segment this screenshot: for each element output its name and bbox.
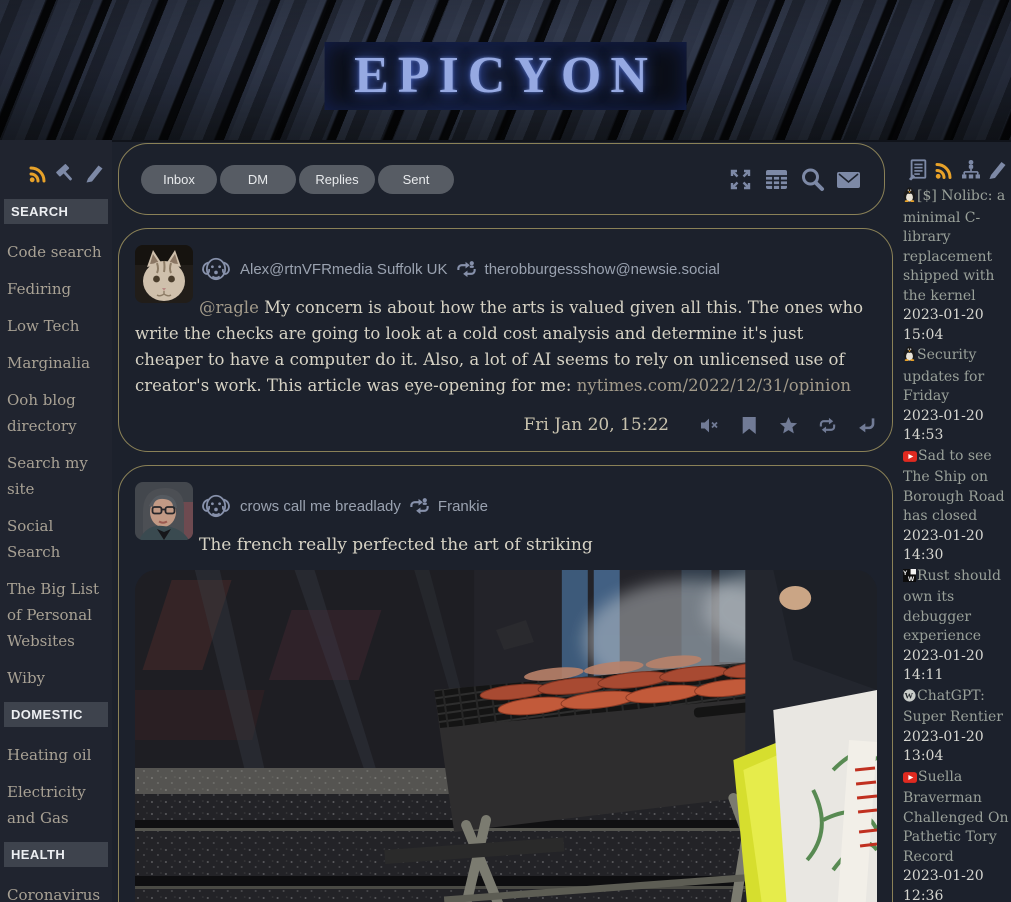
youtube-icon <box>903 449 917 469</box>
mute-icon[interactable] <box>701 417 720 434</box>
post-content: @ragle My concern is about how the arts … <box>135 295 876 399</box>
sidebar-link-code-search[interactable]: Code search <box>7 239 105 265</box>
news-timestamp: 2023-01-20 13:04 <box>903 728 1009 767</box>
sidebar-link-social-search[interactable]: Social Search <box>7 513 105 565</box>
news-list: [$] Nolibc: a minimal C-library replacem… <box>903 187 1009 902</box>
expand-icon[interactable] <box>727 166 754 193</box>
sidebar-link-electricity-gas[interactable]: Electricity and Gas <box>7 779 105 831</box>
sidebar-link-wiby[interactable]: Wiby <box>7 665 105 691</box>
epicyon-app: EPICYON SEARCH <box>0 0 1011 902</box>
post-timestamp[interactable]: Fri Jan 20, 15:22 <box>524 415 670 435</box>
tux-icon <box>903 187 916 209</box>
dog-icon <box>199 254 233 285</box>
reply-icon[interactable] <box>857 417 876 434</box>
dog-icon <box>199 491 233 522</box>
post: crows call me breadlady Frankie The fren… <box>118 465 893 902</box>
news-link[interactable]: [$] Nolibc: a minimal C-library replacem… <box>903 188 1005 304</box>
news-item: Suella Braverman Challenged On Pathetic … <box>903 768 1009 902</box>
sidebar-link-fediring[interactable]: Fediring <box>7 276 105 302</box>
post-author-handle[interactable]: crows call me breadlady <box>240 498 401 515</box>
sitemap-icon[interactable] <box>960 159 982 180</box>
rss-icon[interactable] <box>28 164 49 183</box>
post-content: The french really perfected the art of s… <box>135 532 876 558</box>
news-item: Sad to see The Ship on Borough Road has … <box>903 447 1009 566</box>
tux-icon <box>903 346 916 368</box>
svg-text:W: W <box>908 576 915 582</box>
wordpress-icon: W <box>903 689 916 709</box>
yw-icon: Y W <box>903 569 916 589</box>
tab-inbox[interactable]: Inbox <box>141 165 217 194</box>
news-timestamp: 2023-01-20 15:04 <box>903 306 1009 345</box>
newspaper-icon[interactable] <box>907 158 929 181</box>
site-title: EPICYON <box>324 42 687 110</box>
news-item: Y W Rust should own its debugger experie… <box>903 567 1009 686</box>
tab-replies[interactable]: Replies <box>299 165 375 194</box>
news-timestamp: 2023-01-20 14:53 <box>903 407 1009 446</box>
timeline: Inbox DM Replies Sent <box>118 143 888 902</box>
profile-banner[interactable]: EPICYON <box>0 0 1011 142</box>
article-link[interactable]: nytimes.com/2022/12/31/opinion <box>577 376 851 395</box>
post-image-bbq-protest[interactable] <box>135 570 877 902</box>
sidebar-header-health: HEALTH <box>4 842 108 867</box>
news-timestamp: 2023-01-20 14:11 <box>903 647 1009 686</box>
sidebar-link-marginalia[interactable]: Marginalia <box>7 350 105 376</box>
boost-icon <box>455 260 478 279</box>
sidebar-header-domestic: DOMESTIC <box>4 702 108 727</box>
sidebar-link-ooh-blog-directory[interactable]: Ooh blog directory <box>7 387 105 439</box>
post-text: The french really perfected the art of s… <box>199 535 593 555</box>
pen-icon[interactable] <box>84 164 104 183</box>
tab-sent[interactable]: Sent <box>378 165 454 194</box>
news-link[interactable]: Suella Braverman Challenged On Pathetic … <box>903 769 1009 865</box>
news-link[interactable]: Rust should own its debugger experience <box>903 568 1001 645</box>
sidebar-link-coronavirus-statistics[interactable]: Coronavirus statistics <box>7 882 105 902</box>
sidebar-link-search-my-site[interactable]: Search my site <box>7 450 105 502</box>
news-item: W ChatGPT: Super Rentier 2023-01-20 13:0… <box>903 687 1009 767</box>
post: Alex@rtnVFRmedia Suffolk UK therobburges… <box>118 228 893 452</box>
tab-dm[interactable]: DM <box>220 165 296 194</box>
repeat-icon[interactable] <box>818 417 837 434</box>
avatar[interactable] <box>135 245 193 303</box>
post-boost-target-handle[interactable]: therobburgessshow@newsie.social <box>485 261 720 278</box>
boost-icon <box>408 497 431 516</box>
envelope-icon[interactable] <box>835 166 862 193</box>
svg-text:W: W <box>905 690 914 700</box>
bookmark-icon[interactable] <box>740 417 759 434</box>
sidebar-link-big-list-personal-websites[interactable]: The Big List of Personal Websites <box>7 576 105 654</box>
post-author-handle[interactable]: Alex@rtnVFRmedia Suffolk UK <box>240 261 448 278</box>
rss-icon[interactable] <box>934 160 955 180</box>
mention-link[interactable]: @ragle <box>199 298 259 317</box>
news-timestamp: 2023-01-20 14:30 <box>903 527 1009 566</box>
sidebar-link-heating-oil[interactable]: Heating oil <box>7 742 105 768</box>
youtube-icon <box>903 770 917 790</box>
grid-icon[interactable] <box>763 166 790 193</box>
news-item: [$] Nolibc: a minimal C-library replacem… <box>903 187 1009 345</box>
news-link[interactable]: ChatGPT: Super Rentier <box>903 688 1003 726</box>
sidebar-header-search: SEARCH <box>4 199 108 224</box>
pen-icon[interactable] <box>987 160 1007 180</box>
search-icon[interactable] <box>799 166 826 193</box>
hammer-icon[interactable] <box>56 164 77 183</box>
post-boost-target-handle[interactable]: Frankie <box>438 498 488 515</box>
news-timestamp: 2023-01-20 12:36 <box>903 867 1009 902</box>
news-item: Security updates for Friday 2023-01-20 1… <box>903 346 1009 446</box>
left-sidebar: SEARCH Code search Fediring Low Tech Mar… <box>0 140 112 902</box>
star-icon[interactable] <box>779 417 798 434</box>
news-sidebar: [$] Nolibc: a minimal C-library replacem… <box>903 158 1009 902</box>
news-link[interactable]: Sad to see The Ship on Borough Road has … <box>903 448 1005 525</box>
sidebar-link-low-tech[interactable]: Low Tech <box>7 313 105 339</box>
avatar[interactable] <box>135 482 193 540</box>
timeline-toolbar: Inbox DM Replies Sent <box>118 143 885 215</box>
